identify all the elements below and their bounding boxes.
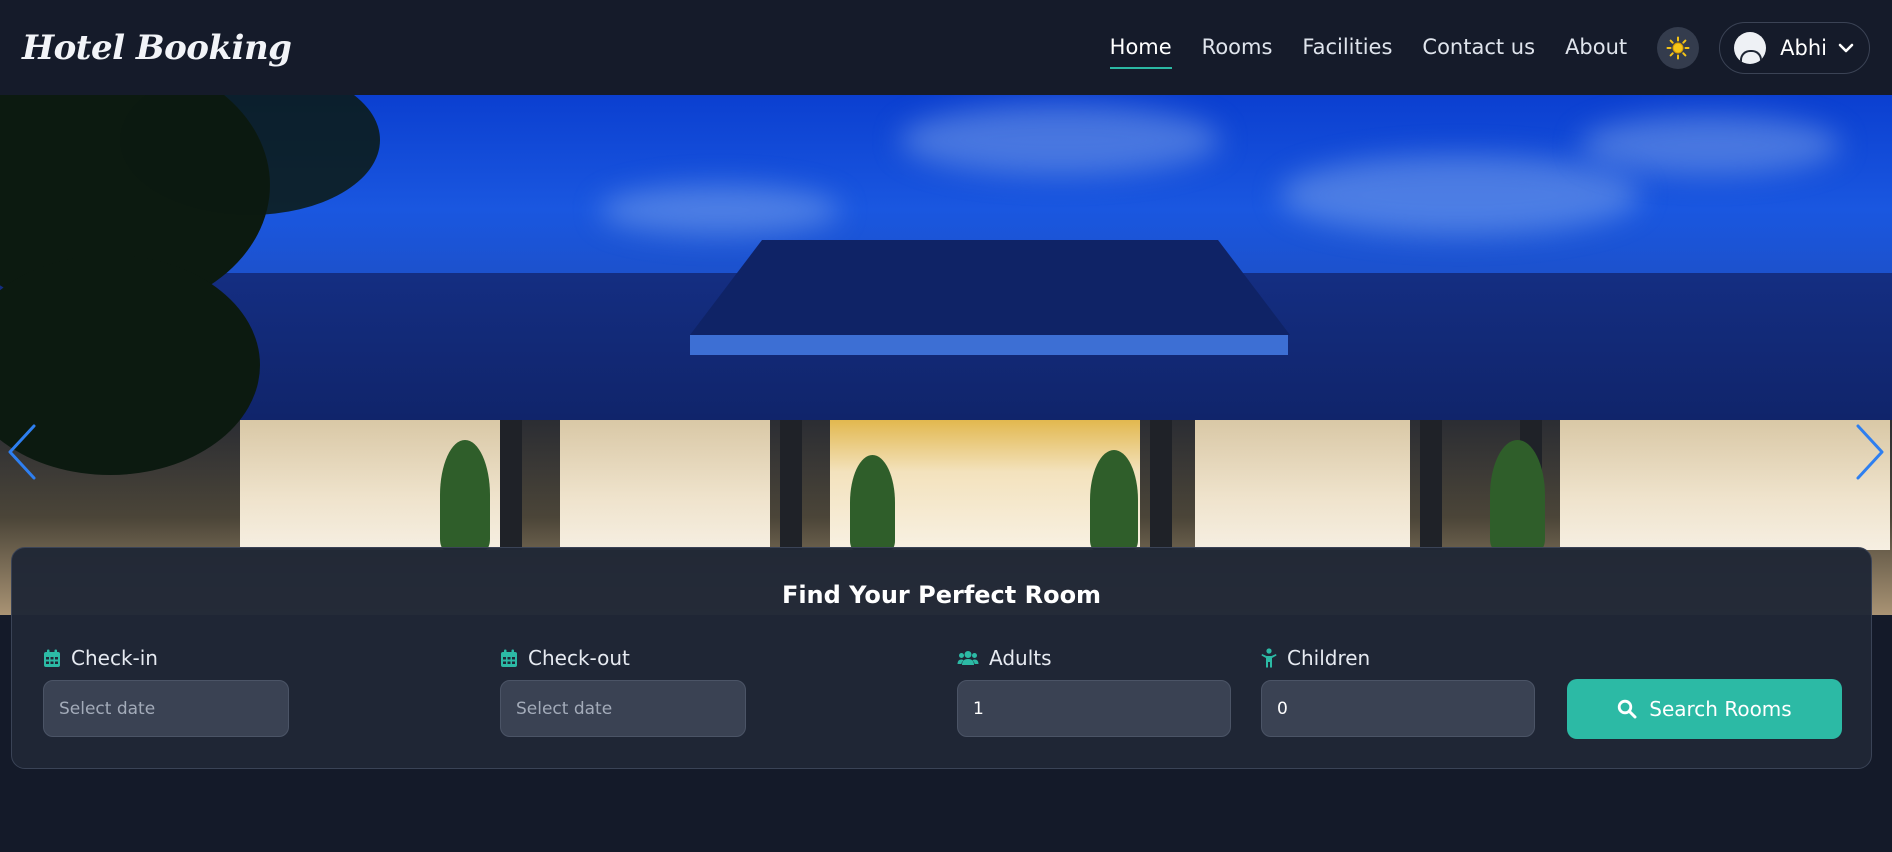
children-field: Children xyxy=(1261,645,1535,737)
checkin-input[interactable] xyxy=(43,680,289,737)
nav-link-rooms[interactable]: Rooms xyxy=(1202,29,1273,67)
carousel-prev-button[interactable] xyxy=(2,422,42,482)
nav-link-home[interactable]: Home xyxy=(1109,29,1172,69)
sun-icon xyxy=(1666,36,1690,59)
nav-link-facilities[interactable]: Facilities xyxy=(1302,29,1392,67)
checkin-field: Check-in xyxy=(43,645,289,737)
child-icon xyxy=(1261,648,1277,668)
user-name: Abhi xyxy=(1780,35,1827,60)
room-search-card: Find Your Perfect Room Check-in Check-ou… xyxy=(11,547,1872,769)
adults-field: Adults xyxy=(957,645,1231,737)
navbar: Hotel Booking Home Rooms Facilities Cont… xyxy=(0,0,1892,95)
carousel-next-button[interactable] xyxy=(1850,422,1890,482)
avatar xyxy=(1734,31,1767,64)
search-card-title: Find Your Perfect Room xyxy=(781,581,1102,609)
adults-label: Adults xyxy=(989,646,1052,670)
checkout-field: Check-out xyxy=(500,645,746,737)
chevron-left-icon xyxy=(8,424,36,480)
hero-carousel xyxy=(0,95,1892,615)
search-rooms-button[interactable]: Search Rooms xyxy=(1567,679,1842,739)
users-icon xyxy=(957,651,979,665)
nav-links: Home Rooms Facilities Contact us About xyxy=(1080,29,1627,69)
checkin-label: Check-in xyxy=(71,646,158,670)
chevron-down-icon xyxy=(1838,43,1854,52)
calendar-icon xyxy=(44,649,60,667)
theme-toggle-button[interactable] xyxy=(1657,26,1700,69)
adults-input[interactable] xyxy=(957,680,1231,737)
brand-logo[interactable]: Hotel Booking xyxy=(22,28,292,68)
chevron-right-icon xyxy=(1856,424,1884,480)
children-input[interactable] xyxy=(1261,680,1535,737)
nav-right: Home Rooms Facilities Contact us About A… xyxy=(1080,21,1870,74)
calendar-icon xyxy=(501,649,517,667)
search-icon xyxy=(1618,699,1637,719)
nav-link-about[interactable]: About xyxy=(1565,29,1627,67)
search-rooms-label: Search Rooms xyxy=(1649,697,1792,721)
checkout-label: Check-out xyxy=(528,646,630,670)
user-menu-button[interactable]: Abhi xyxy=(1719,21,1870,74)
nav-link-contact[interactable]: Contact us xyxy=(1422,29,1535,67)
children-label: Children xyxy=(1287,646,1371,670)
checkout-input[interactable] xyxy=(500,680,746,737)
